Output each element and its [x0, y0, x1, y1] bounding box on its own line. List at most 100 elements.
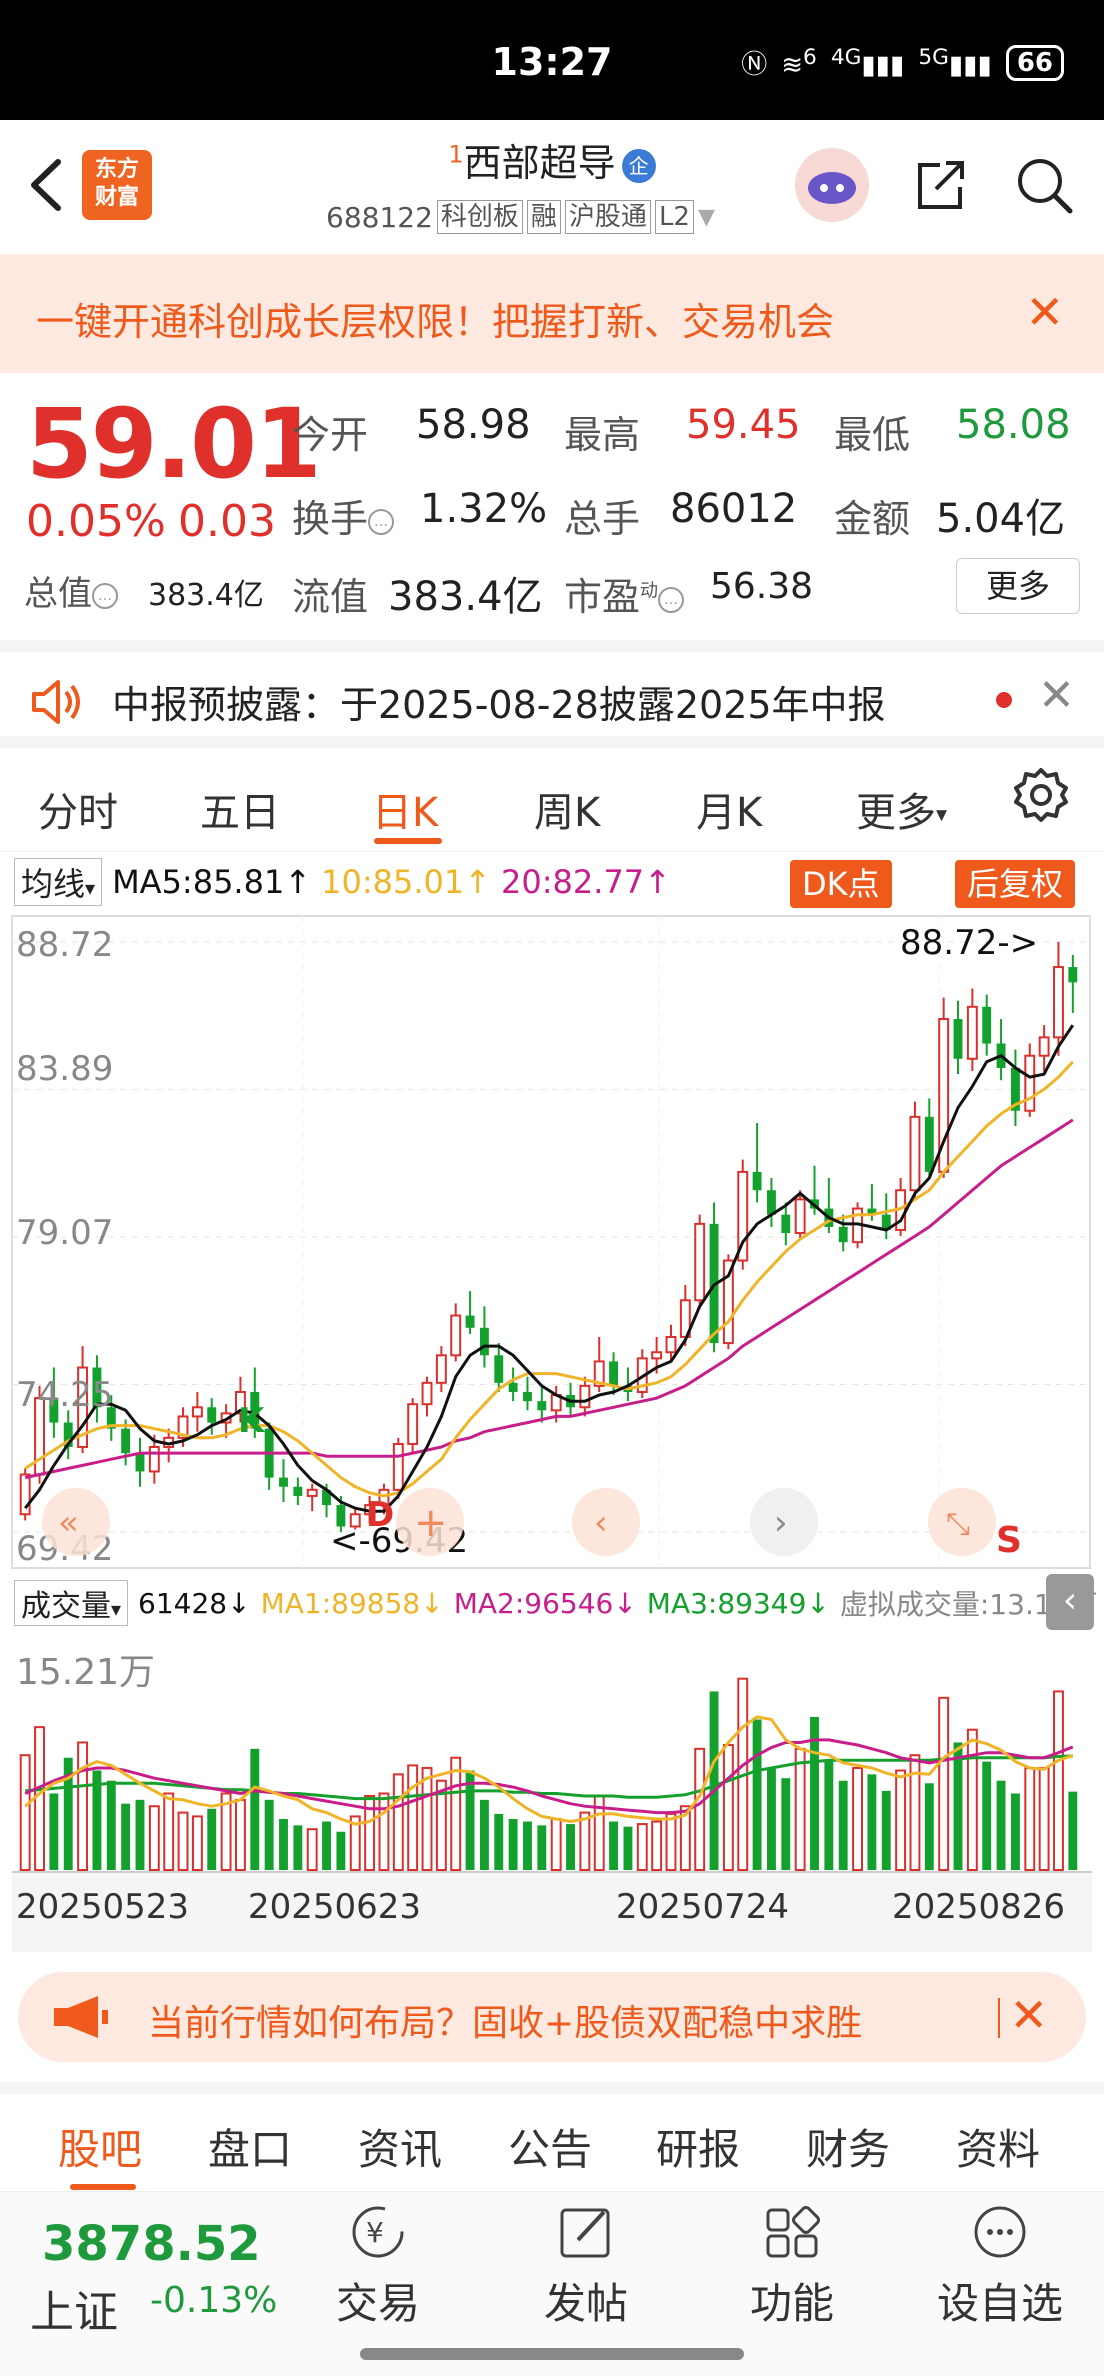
candle-down [609, 1361, 619, 1386]
k-signal-marker: K [238, 1401, 266, 1441]
candle-up [435, 1354, 447, 1384]
candle-down [135, 1453, 145, 1472]
promo-banner[interactable]: 一键开通科创成长层权限！把握打新、交易机会 ✕ [0, 255, 1104, 373]
battery-icon: 66 [1005, 44, 1064, 81]
add-watchlist-label: 设自选 [936, 2279, 1063, 2328]
tab-daily-k[interactable]: 日K [372, 780, 438, 838]
volume-bar-up [550, 1817, 562, 1871]
candle-down [982, 1006, 992, 1044]
kline-chart[interactable]: 88.72 83.89 79.07 74.25 69.42 88.72-> <-… [0, 912, 1104, 1572]
ad-close-icon[interactable]: ✕ [1009, 1988, 1048, 2042]
volume-bar-up [636, 1823, 648, 1871]
tab-research[interactable]: 研报 [656, 2116, 740, 2177]
volume-bar-down [106, 1780, 116, 1870]
yen-exchange-icon: ¥ [352, 2206, 404, 2258]
tab-profile[interactable]: 资料 [956, 2116, 1040, 2177]
volume-bar-down [781, 1778, 791, 1870]
post-button[interactable]: 发帖 [516, 2202, 656, 2331]
notice-close-icon[interactable]: ✕ [1038, 670, 1075, 721]
dropdown-triangle-icon: ▾ [936, 802, 948, 828]
gear-icon[interactable] [1012, 766, 1070, 824]
volume-bar-down [465, 1770, 475, 1870]
promo-close-icon[interactable]: ✕ [1025, 285, 1064, 339]
restore-right-button[interactable]: 后复权 [955, 860, 1076, 908]
tab-monthly-k[interactable]: 月K [696, 780, 762, 838]
tag-level2: L2 [654, 200, 694, 234]
tab-order-book[interactable]: 盘口 [208, 2116, 292, 2177]
tab-finance[interactable]: 财务 [806, 2116, 890, 2177]
tag-connect: 沪股通 [564, 200, 651, 234]
status-bar: 13:27 Ⓝ ≋6 4G▮▮▮ 5G▮▮▮ 66 [0, 0, 1104, 120]
functions-button[interactable]: 功能 [722, 2202, 862, 2331]
tab-news[interactable]: 资讯 [358, 2116, 442, 2177]
volume-bar-down [1010, 1793, 1020, 1870]
tab-five-day[interactable]: 五日 [200, 780, 280, 838]
nfc-icon: Ⓝ [741, 50, 768, 80]
tab-more[interactable]: 更多▾ [856, 780, 947, 838]
candle-down [924, 1116, 934, 1172]
dropdown-triangle-icon: ▾ [111, 1597, 122, 1621]
share-icon[interactable] [910, 155, 970, 215]
tab-forum[interactable]: 股吧 [58, 2116, 142, 2177]
tab-weekly-k[interactable]: 周K [534, 780, 600, 838]
bottom-bar: 3878.52 上证 -0.13% ¥ 交易 发帖 功能 设自选 [0, 2192, 1104, 2376]
unread-dot [996, 692, 1012, 708]
tab-announcements[interactable]: 公告 [508, 2116, 592, 2177]
zoom-in-button[interactable]: + [396, 1488, 464, 1556]
volume-bar-down [953, 1742, 963, 1870]
change-percent: 0.05% [26, 496, 166, 547]
ad-banner[interactable]: 当前行情如何布局？固收+股债双配稳中求胜 ✕ [18, 1972, 1086, 2062]
volume-bar-up [1053, 1690, 1064, 1871]
dk-point-button[interactable]: DK点 [790, 860, 892, 908]
stock-subtitle[interactable]: 688122 科创板 融 沪股通 L2 ▼ [326, 200, 715, 234]
x-label-2: 20250623 [248, 1887, 421, 1927]
notice-bar[interactable]: 中报预披露：于2025-08-28披露2025年中报 ✕ [0, 640, 1104, 748]
notice-text: 中报预披露：于2025-08-28披露2025年中报 [112, 683, 886, 727]
volume-label: 总手 [564, 497, 641, 541]
more-quote-button[interactable]: 更多 [956, 558, 1080, 614]
collapse-panel-button[interactable]: ‹ [1046, 1574, 1094, 1630]
volume-bar-down [322, 1821, 332, 1870]
scroll-left-fast-button[interactable]: « [42, 1488, 110, 1556]
ma-selector[interactable]: 均线▾ [14, 858, 103, 906]
candle-up [392, 1442, 404, 1491]
scroll-right-button[interactable]: › [750, 1488, 818, 1556]
volume-bar-up [163, 1792, 175, 1872]
volume-current: 61428↓ [138, 1586, 251, 1620]
y-label-3: 79.07 [16, 1213, 113, 1253]
logo-line-2: 财富 [94, 185, 139, 210]
assistant-avatar[interactable] [795, 148, 869, 222]
scroll-left-button[interactable]: ‹ [572, 1488, 640, 1556]
add-watchlist-button[interactable]: 设自选 [930, 2202, 1070, 2331]
open-label: 今开 [292, 413, 369, 457]
volume-selector[interactable]: 成交量▾ [14, 1580, 129, 1626]
volume-chart[interactable]: 15.21万 20250523 20250623 20250724 202508… [0, 1636, 1104, 1954]
volume-bar-down [982, 1761, 992, 1870]
candle-up [306, 1488, 318, 1497]
volume-bar-up [421, 1766, 433, 1871]
current-price: 59.01 [26, 388, 322, 500]
volume-bar-down [523, 1821, 532, 1870]
s-signal-marker: S [996, 1520, 1022, 1561]
trade-button[interactable]: ¥ 交易 [308, 2202, 448, 2331]
candle-up [909, 1115, 921, 1192]
candle-down [508, 1382, 518, 1392]
volume-ma2: MA2:96546↓ [453, 1586, 637, 1620]
volume-ma3: MA3:89349↓ [646, 1586, 830, 1620]
volume-bar-up [651, 1820, 663, 1872]
info-icon[interactable]: … [368, 508, 395, 535]
fullscreen-button[interactable]: ⤡ [928, 1488, 996, 1556]
tab-intraday[interactable]: 分时 [38, 780, 118, 838]
candle-up [1038, 1036, 1050, 1057]
volume-bar-down [250, 1748, 260, 1870]
volume-bar-down [996, 1780, 1006, 1870]
tag-star-market: 科创板 [436, 200, 523, 234]
info-icon[interactable]: … [92, 582, 118, 609]
tag-margin: 融 [526, 200, 561, 234]
info-icon[interactable]: … [658, 586, 685, 613]
high-label: 最高 [564, 413, 641, 457]
search-icon[interactable] [1014, 155, 1074, 215]
low-label: 最低 [834, 413, 911, 457]
volume-bar-up [852, 1766, 864, 1871]
x-label-1: 20250523 [16, 1887, 189, 1927]
